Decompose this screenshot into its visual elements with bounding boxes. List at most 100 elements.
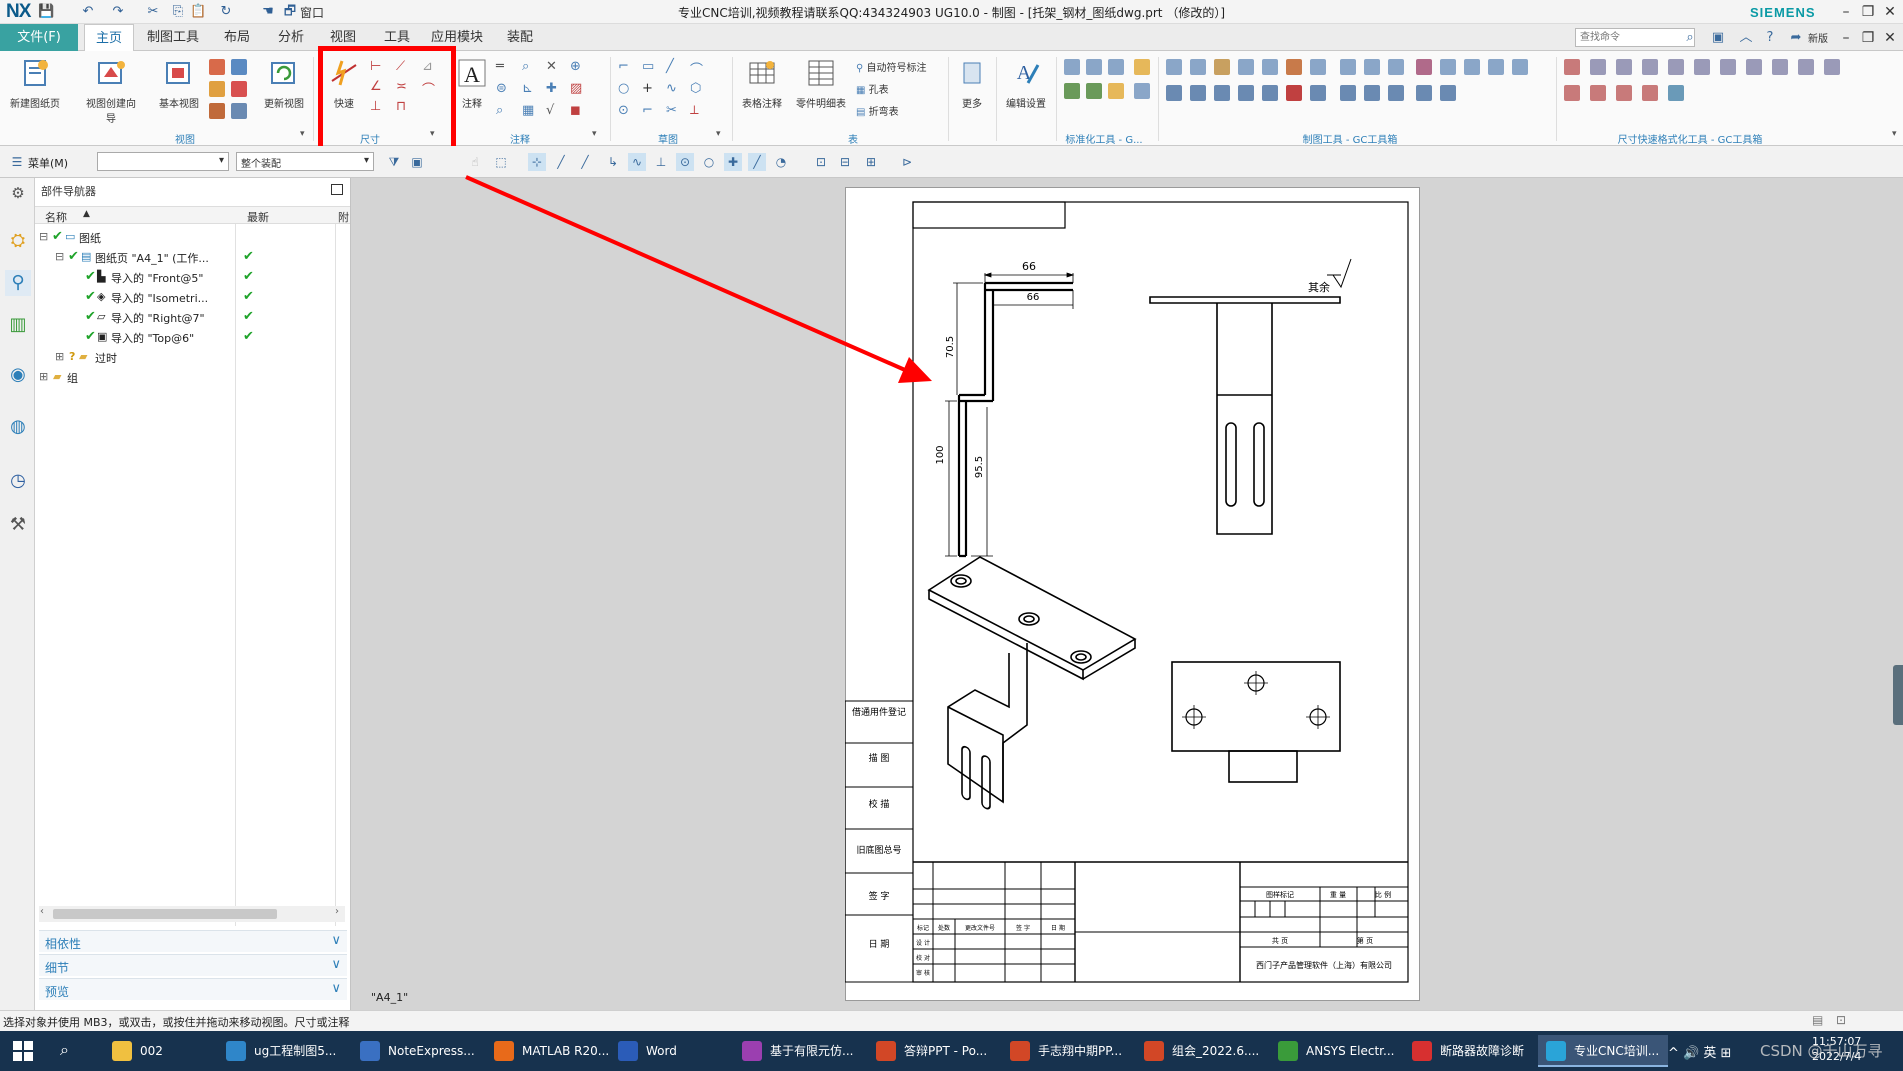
maximize-icon[interactable] <box>331 184 343 195</box>
tree-row-right-view[interactable]: ✔ ▱ 导入的 "Right@7" ✔ <box>35 307 350 327</box>
column-extra[interactable]: 附 <box>338 209 349 225</box>
horizontal-scrollbar[interactable]: ‹ › <box>39 906 345 922</box>
profile-icon[interactable]: ⌐ <box>618 59 629 74</box>
part-navigator-icon[interactable]: ⚲ <box>5 270 31 296</box>
hole-table-button[interactable]: ▦ 孔表 <box>856 81 946 96</box>
taskbar-item[interactable]: 基于有限元仿... <box>734 1035 864 1067</box>
more-button[interactable]: 更多 <box>952 57 992 110</box>
dimfmt-tool-9-icon[interactable] <box>1772 59 1788 75</box>
section-view-icon[interactable] <box>209 81 225 97</box>
dimfmt-tool-3-icon[interactable] <box>1616 59 1632 75</box>
dimfmt-tool-11-icon[interactable] <box>1824 59 1840 75</box>
std-tool-7-icon[interactable] <box>1108 83 1124 99</box>
window-arrange-icon[interactable]: ▣ <box>1708 28 1728 47</box>
point-icon[interactable]: + <box>642 81 653 96</box>
new-version-icon[interactable]: ➦ <box>1786 28 1806 47</box>
web-browser-icon[interactable]: ◍ <box>5 414 31 440</box>
doc-restore-icon[interactable]: ❐ <box>1858 28 1878 48</box>
id-symbol-icon[interactable]: ⊜ <box>496 81 507 96</box>
gc-tool-7-icon[interactable] <box>1310 59 1326 75</box>
gc-tool-5-icon[interactable] <box>1262 59 1278 75</box>
system-tray[interactable]: ^ 🔊 英 ⊞ <box>1668 1042 1731 1061</box>
rectangle-icon[interactable]: ▭ <box>642 59 654 74</box>
image-icon[interactable]: ▦ <box>522 103 534 118</box>
hatch-icon[interactable]: ▨ <box>570 81 582 96</box>
note-button[interactable]: A 注释 <box>452 57 492 110</box>
expand-icon[interactable]: ⊞ <box>39 370 48 383</box>
break-out-icon[interactable] <box>209 103 225 119</box>
column-name[interactable]: 名称 <box>45 209 67 225</box>
dimfmt-tool-16-icon[interactable] <box>1668 85 1684 101</box>
circle-icon[interactable]: ○ <box>618 81 629 96</box>
taskbar-item[interactable]: 断路器故障诊断 <box>1404 1035 1534 1067</box>
dimfmt-tool-7-icon[interactable] <box>1720 59 1736 75</box>
ellipse-icon[interactable]: ⊙ <box>618 103 629 118</box>
tree-row-drawing[interactable]: ⊟ ✔ ▭ 图纸 <box>35 227 350 247</box>
dimfmt-tool-2-icon[interactable] <box>1590 59 1606 75</box>
std-tool-5-icon[interactable] <box>1064 83 1080 99</box>
intersection-icon[interactable]: ∿ <box>628 153 646 171</box>
center-mark-icon[interactable]: ⊕ <box>570 59 581 74</box>
tab-assembly[interactable]: 装配 <box>495 24 545 51</box>
gc-tool-2-icon[interactable] <box>1190 59 1206 75</box>
menu-icon[interactable]: ☰ <box>8 153 26 171</box>
new-sheet-button[interactable]: 新建图纸页 <box>6 57 64 110</box>
dimfmt-tool-5-icon[interactable] <box>1668 59 1684 75</box>
sketch-group-expand-icon[interactable]: ▾ <box>716 129 721 139</box>
preview-panel[interactable]: 预览 ∨ <box>39 978 347 1000</box>
std-tool-6-icon[interactable] <box>1086 83 1102 99</box>
area-fill-icon[interactable]: ◼ <box>570 103 581 118</box>
file-menu-tab[interactable]: 文件(F) <box>0 24 78 51</box>
doc-close-icon[interactable]: ✕ <box>1880 28 1900 48</box>
fit-icon[interactable]: ⊡ <box>812 153 830 171</box>
chevron-down-icon[interactable]: ∨ <box>331 957 341 972</box>
control-point-icon[interactable]: ↳ <box>604 153 622 171</box>
rectangle-select-icon[interactable]: ⬚ <box>492 153 510 171</box>
datum-icon[interactable]: ⌕ <box>522 59 529 74</box>
view-break-icon[interactable] <box>231 103 247 119</box>
gc-tool-17-icon[interactable] <box>1190 85 1206 101</box>
gc-tool-16-icon[interactable] <box>1166 85 1182 101</box>
taskbar-item[interactable]: 手志翔中期PP... <box>1002 1035 1132 1067</box>
dimfmt-tool-10-icon[interactable] <box>1798 59 1814 75</box>
view-group-expand-icon[interactable]: ▾ <box>300 129 305 139</box>
gc-tool-14-icon[interactable] <box>1488 59 1504 75</box>
arc-center-icon[interactable]: ⊥ <box>652 153 670 171</box>
grid-icon[interactable]: ⊞ <box>862 153 880 171</box>
target-point-icon[interactable]: ✕ <box>546 59 557 74</box>
taskbar-item[interactable]: 答辩PPT - Po... <box>868 1035 998 1067</box>
ribbon-collapse-icon[interactable]: ︿ <box>1736 28 1756 47</box>
tabular-note-button[interactable]: 表格注释 <box>736 57 788 110</box>
selection-scope-dropdown[interactable]: 整个装配 ▾ <box>236 152 374 171</box>
tab-layout[interactable]: 布局 <box>212 24 262 51</box>
quadrant-icon[interactable]: ○ <box>700 153 718 171</box>
midpoint-icon[interactable]: ╱ <box>576 153 594 171</box>
taskbar-item[interactable]: 002 <box>104 1035 214 1067</box>
gc-tool-18-icon[interactable] <box>1214 85 1230 101</box>
tree-row-isometric-view[interactable]: ✔ ◈ 导入的 "Isometri... ✔ <box>35 287 350 307</box>
dimfmt-tool-4-icon[interactable] <box>1642 59 1658 75</box>
windows-start-icon[interactable] <box>12 1040 34 1062</box>
gc-tool-20-icon[interactable] <box>1262 85 1278 101</box>
std-tool-3-icon[interactable] <box>1108 59 1124 75</box>
display-icon[interactable]: ⊳ <box>898 153 916 171</box>
gc-tool-9-icon[interactable] <box>1364 59 1380 75</box>
tab-home[interactable]: 主页 <box>84 24 134 52</box>
tree-row-groups[interactable]: ⊞ ▰ 组 <box>35 367 350 387</box>
gc-tool-23-icon[interactable] <box>1340 85 1356 101</box>
std-tool-8-icon[interactable] <box>1134 83 1150 99</box>
update-view-button[interactable]: 更新视图 <box>255 57 313 110</box>
gc-tool-19-icon[interactable] <box>1238 85 1254 101</box>
reuse-library-icon[interactable]: ▥ <box>5 312 31 338</box>
dimfmt-tool-13-icon[interactable] <box>1590 85 1606 101</box>
new-version-label[interactable]: 新版 <box>1808 30 1828 45</box>
arc-icon[interactable]: ⌒ <box>690 59 703 78</box>
snap-point-icon[interactable]: ⊹ <box>528 153 546 171</box>
gc-tool-21-icon[interactable] <box>1286 85 1302 101</box>
select-all-icon[interactable]: ▣ <box>408 153 426 171</box>
scroll-right-icon[interactable]: › <box>335 906 339 917</box>
trim-icon[interactable]: ✂ <box>666 103 677 118</box>
taskbar-item[interactable]: MATLAB R20... <box>486 1035 609 1067</box>
taskbar-item[interactable]: ANSYS Electr... <box>1270 1035 1400 1067</box>
parts-list-button[interactable]: 零件明细表 <box>790 57 852 110</box>
